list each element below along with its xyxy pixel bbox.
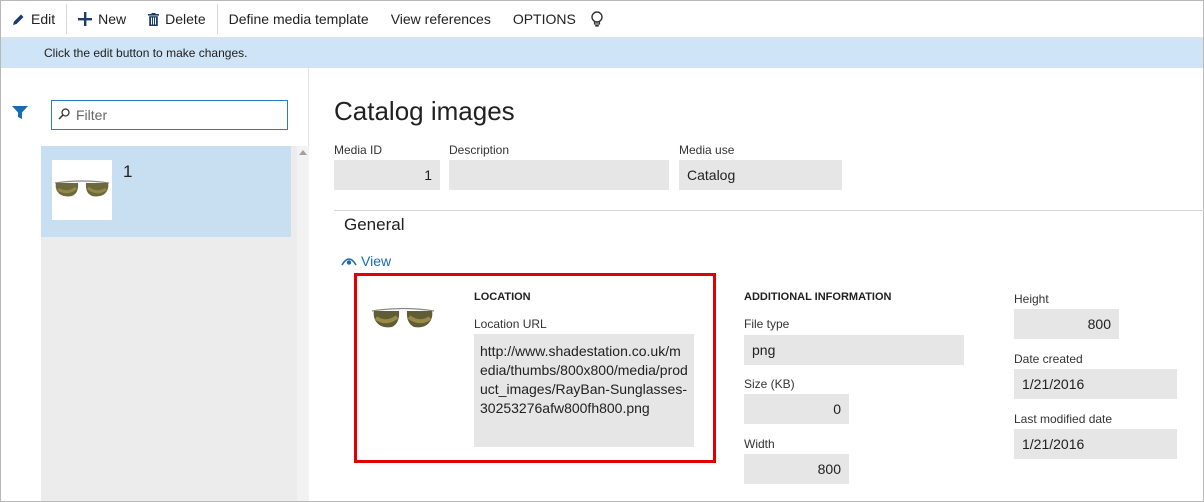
last-modified-label: Last modified date [1014, 412, 1113, 426]
location-url-label: Location URL [474, 317, 547, 331]
height-field[interactable]: 800 [1014, 309, 1119, 339]
media-use-field[interactable]: Catalog [679, 160, 842, 190]
width-label: Width [744, 437, 775, 451]
description-field[interactable] [449, 160, 669, 190]
date-created-field[interactable]: 1/21/2016 [1014, 369, 1177, 399]
view-link[interactable]: View [341, 253, 391, 269]
edit-label: Edit [31, 11, 56, 27]
filter-funnel-icon[interactable] [12, 106, 28, 123]
view-references-button[interactable]: View references [380, 1, 502, 38]
location-url-field[interactable]: http://www.shadestation.co.uk/media/thum… [474, 334, 694, 447]
pencil-icon [12, 13, 25, 26]
media-id-field[interactable]: 1 [334, 160, 440, 190]
new-label: New [98, 11, 127, 27]
size-label: Size (KB) [744, 377, 795, 391]
size-field[interactable]: 0 [744, 394, 849, 424]
general-section-header[interactable]: General [344, 215, 404, 235]
view-references-label: View references [390, 11, 491, 27]
media-list: 1 [41, 146, 297, 501]
options-label: OPTIONS [512, 11, 576, 27]
location-heading: LOCATION [474, 291, 531, 303]
additional-info-heading: ADDITIONAL INFORMATION [744, 291, 892, 303]
define-media-template-label: Define media template [228, 11, 369, 27]
media-use-label: Media use [679, 143, 735, 157]
list-item[interactable]: 1 [41, 146, 291, 237]
last-modified-field[interactable]: 1/21/2016 [1014, 429, 1177, 459]
search-icon [58, 107, 70, 123]
delete-label: Delete [165, 11, 206, 27]
info-message-bar: Click the edit button to make changes. [1, 38, 1203, 68]
list-pane: 1 [1, 68, 309, 501]
date-created-label: Date created [1014, 352, 1083, 366]
height-label: Height [1014, 292, 1049, 306]
list-item-label: 1 [123, 162, 133, 181]
info-message: Click the edit button to make changes. [44, 46, 248, 60]
view-label: View [361, 253, 392, 269]
edit-button[interactable]: Edit [1, 1, 66, 38]
delete-button[interactable]: Delete [137, 1, 216, 38]
media-preview-image [370, 303, 436, 333]
sunglasses-thumbnail [52, 160, 112, 220]
new-button[interactable]: New [67, 1, 137, 38]
file-type-field[interactable]: png [744, 335, 964, 365]
scroll-up-icon[interactable] [298, 146, 308, 158]
options-button[interactable]: OPTIONS [502, 1, 587, 38]
action-toolbar: Edit New Delete Define media template Vi… [1, 1, 1203, 38]
page-title: Catalog images [334, 96, 515, 126]
trash-icon [148, 12, 160, 26]
plus-icon [78, 12, 93, 26]
eye-icon [341, 253, 361, 269]
width-field[interactable]: 800 [744, 454, 849, 484]
description-label: Description [449, 143, 510, 157]
media-id-label: Media ID [334, 143, 383, 157]
lightbulb-icon [591, 10, 603, 28]
list-scrollbar[interactable] [297, 146, 309, 501]
filter-field[interactable] [51, 100, 288, 130]
lightbulb-button[interactable] [587, 1, 620, 38]
file-type-label: File type [744, 317, 790, 331]
define-media-template-button[interactable]: Define media template [218, 1, 380, 38]
filter-input[interactable] [76, 107, 276, 123]
section-divider [334, 210, 1204, 211]
